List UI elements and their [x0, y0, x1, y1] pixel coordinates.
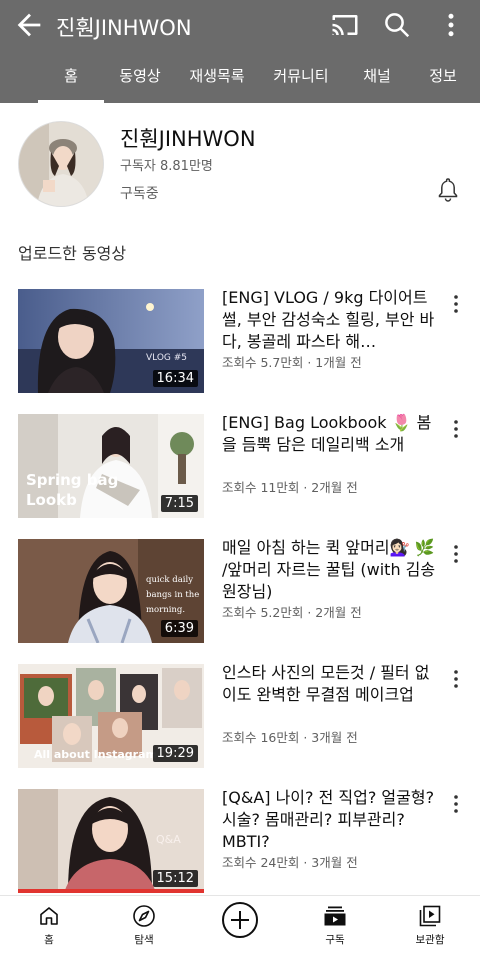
nav-home[interactable]: 홈 [9, 896, 89, 961]
home-icon [40, 907, 58, 925]
nav-subscriptions-label: 구독 [325, 934, 345, 946]
nav-home-label: 홈 [44, 934, 54, 946]
cast-icon[interactable] [330, 10, 360, 40]
nav-subscriptions[interactable]: 구독 [295, 896, 375, 961]
video-duration: 6:39 [160, 620, 198, 637]
video-thumbnail[interactable]: Spring bag Lookb 7:15 [18, 414, 204, 518]
bottom-navigation: 홈 탐색 구독 보관함 [0, 895, 480, 961]
create-icon [222, 902, 258, 938]
video-thumbnail[interactable]: All about Instagram 19:29 [18, 664, 204, 768]
video-item[interactable]: All about Instagram 19:29 인스타 사진의 모든것 / … [0, 662, 480, 770]
nav-create[interactable] [200, 896, 280, 961]
video-item[interactable]: quick daily bangs in the morning. 6:39 매… [0, 537, 480, 645]
explore-icon [133, 905, 155, 927]
video-meta: 조회수 11만회 · 2개월 전 [222, 480, 358, 495]
channel-avatar[interactable] [18, 121, 104, 207]
thumbnail-caption: All about Instagram [34, 748, 157, 761]
nav-library-label: 보관함 [415, 934, 445, 946]
search-icon[interactable] [382, 10, 412, 40]
thumbnail-caption: quick daily bangs in the morning. [146, 575, 200, 615]
channel-name: 진훤JINHWON [120, 127, 256, 151]
video-meta: 조회수 24만회 · 3개월 전 [222, 855, 358, 870]
video-title[interactable]: 인스타 사진의 모든것 / 필터 없이도 완벽한 무결점 메이크업 [222, 662, 440, 706]
tab-home[interactable]: 홈 [38, 56, 104, 103]
thumbnail-caption: VLOG #5 [146, 353, 188, 363]
video-item[interactable]: VLOG #5 16:34 [ENG] VLOG / 9kg 다이어트썰, 부안… [0, 287, 480, 395]
video-thumbnail[interactable]: quick daily bangs in the morning. 6:39 [18, 539, 204, 643]
video-item[interactable]: Spring bag Lookb 7:15 [ENG] Bag Lookbook… [0, 412, 480, 520]
thumbnail-caption: Spring bag Lookb [26, 471, 119, 509]
video-duration: 15:12 [152, 870, 198, 887]
subscriptions-icon [324, 906, 346, 926]
video-meta: 조회수 5.7만회 · 1개월 전 [222, 355, 362, 370]
library-icon [419, 905, 441, 927]
tab-community[interactable]: 커뮤니티 [266, 56, 336, 103]
video-meta: 조회수 5.2만회 · 2개월 전 [222, 605, 362, 620]
video-title[interactable]: [Q&A] 나이? 전 직업? 얼굴형? 시술? 몸매관리? 피부관리? MBT… [222, 787, 440, 853]
video-item[interactable]: Q&A 15:12 [Q&A] 나이? 전 직업? 얼굴형? 시술? 몸매관리?… [0, 787, 480, 895]
tab-videos[interactable]: 동영상 [112, 56, 168, 103]
video-duration: 19:29 [152, 745, 198, 762]
video-meta: 조회수 16만회 · 3개월 전 [222, 730, 358, 745]
nav-explore-label: 탐색 [134, 934, 154, 946]
subscribed-button[interactable]: 구독중 [120, 183, 159, 203]
more-vertical-icon[interactable] [448, 668, 464, 690]
video-title[interactable]: [ENG] VLOG / 9kg 다이어트썰, 부안 감성숙소 힐링, 부안 바… [222, 287, 440, 353]
notification-bell-icon[interactable] [436, 177, 460, 203]
subscriber-count: 구독자 8.81만명 [120, 159, 213, 174]
nav-library[interactable]: 보관함 [390, 896, 470, 961]
channel-tabs: 홈 동영상 재생목록 커뮤니티 채널 정보 [0, 56, 480, 103]
section-title: 업로드한 동영상 [18, 244, 127, 263]
back-arrow-icon[interactable] [12, 8, 46, 42]
nav-explore[interactable]: 탐색 [104, 896, 184, 961]
more-vertical-icon[interactable] [448, 418, 464, 440]
more-vertical-icon[interactable] [448, 543, 464, 565]
video-duration: 7:15 [160, 495, 198, 512]
more-vertical-icon[interactable] [448, 293, 464, 315]
thumbnail-caption: Q&A [156, 833, 181, 846]
tab-about[interactable]: 정보 [418, 56, 468, 103]
channel-header-title: 진훤JINHWON [56, 16, 192, 40]
app-header: 진훤JINHWON 홈 동영상 재생목록 커뮤니티 채널 정보 [0, 0, 480, 103]
video-thumbnail[interactable]: Q&A 15:12 [18, 789, 204, 893]
tab-channels[interactable]: 채널 [352, 56, 402, 103]
channel-info: 진훤JINHWON 구독자 8.81만명 구독중 [0, 103, 480, 228]
tab-playlists[interactable]: 재생목록 [182, 56, 252, 103]
video-thumbnail[interactable]: VLOG #5 16:34 [18, 289, 204, 393]
more-vertical-icon[interactable] [436, 10, 466, 40]
video-duration: 16:34 [152, 370, 198, 387]
video-title[interactable]: 매일 아침 하는 퀵 앞머리💇🏻‍♀️ 🌿 /앞머리 자르는 꿀팁 (with … [222, 537, 440, 603]
video-title[interactable]: [ENG] Bag Lookbook 🌷 봄을 듬뿍 담은 데일리백 소개 [222, 412, 440, 456]
more-vertical-icon[interactable] [448, 793, 464, 815]
